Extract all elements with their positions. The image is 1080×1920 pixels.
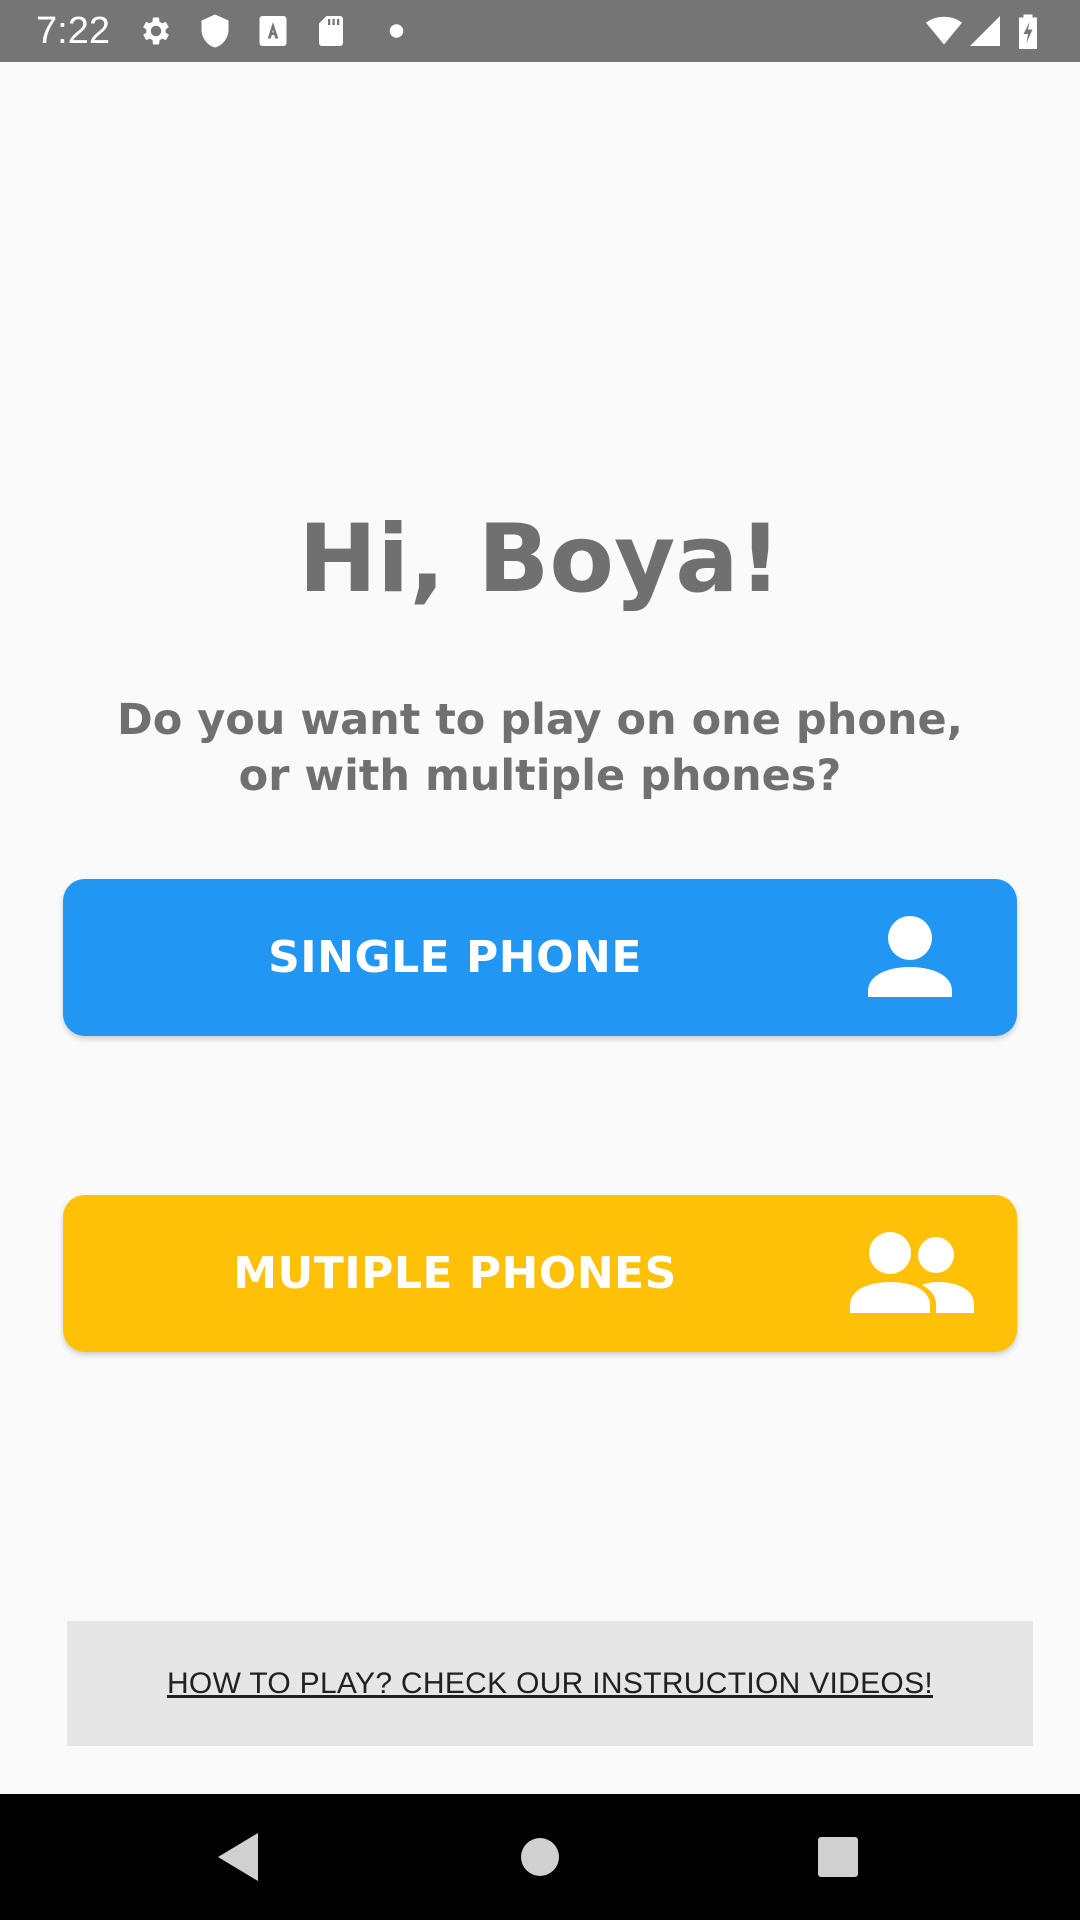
- instructions-link[interactable]: HOW TO PLAY? CHECK OUR INSTRUCTION VIDEO…: [167, 1667, 933, 1701]
- home-icon[interactable]: [500, 1794, 580, 1920]
- wifi-icon: [922, 13, 966, 49]
- recents-icon[interactable]: [798, 1794, 878, 1920]
- battery-charging-icon: [1014, 13, 1042, 49]
- sd-card-icon: [313, 13, 349, 49]
- multiple-phones-label: MUTIPLE PHONES: [233, 1248, 677, 1299]
- person-icon: [864, 911, 956, 1003]
- mode-question: Do you want to play on one phone, or wit…: [117, 695, 963, 801]
- single-phone-button[interactable]: SINGLE PHONE: [63, 879, 1017, 1036]
- status-time: 7:22: [36, 10, 110, 52]
- navigation-bar: [0, 1794, 1080, 1920]
- keyboard-a-icon: [255, 13, 291, 49]
- greeting-title: Hi, Boya!: [298, 505, 782, 614]
- dot-icon: [371, 13, 407, 49]
- multiple-phones-button[interactable]: MUTIPLE PHONES: [63, 1195, 1017, 1352]
- shield-icon: [197, 13, 233, 49]
- screen: 7:22 Hi, Boya! Do you want to play on on…: [0, 0, 1080, 1920]
- signal-icon: [966, 13, 1004, 49]
- instructions-panel: HOW TO PLAY? CHECK OUR INSTRUCTION VIDEO…: [67, 1621, 1033, 1746]
- back-icon[interactable]: [196, 1794, 276, 1920]
- status-bar: 7:22: [0, 0, 1080, 62]
- people-icon: [850, 1227, 974, 1319]
- gear-icon: [138, 13, 174, 49]
- single-phone-label: SINGLE PHONE: [268, 932, 642, 983]
